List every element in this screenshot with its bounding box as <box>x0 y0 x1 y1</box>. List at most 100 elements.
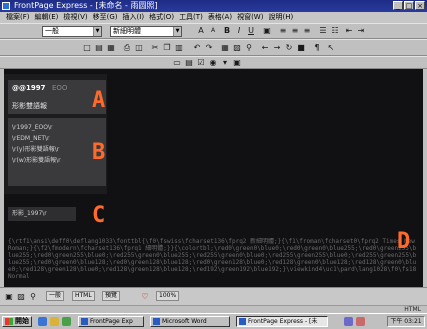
numbered-list-icon[interactable]: ☰ <box>318 26 328 36</box>
task-frontpage-express[interactable]: FrontPage Express - [未 <box>236 316 328 327</box>
image-icon[interactable]: ▨ <box>16 292 26 302</box>
paste-icon[interactable]: ▥ <box>174 43 184 53</box>
taskbar-clock[interactable]: 下午 03:21 <box>387 316 425 327</box>
folder-icon[interactable] <box>50 317 59 326</box>
task-frontpage-explorer[interactable]: FrontPage Exp <box>78 316 144 327</box>
stop-icon[interactable]: ■ <box>296 43 306 53</box>
task-label: Microsoft Word <box>162 318 207 325</box>
help-pointer-icon[interactable]: ↖ <box>326 43 336 53</box>
font-select-value: 新細明體 <box>113 27 141 35</box>
cut-icon[interactable]: ✂ <box>150 43 160 53</box>
open-folder-icon[interactable]: ▤ <box>94 43 104 53</box>
tray-icon[interactable] <box>356 317 365 326</box>
status-bar: HTML <box>0 305 427 313</box>
font-select[interactable]: 新細明體 ▼ <box>110 26 182 37</box>
menu-edit[interactable]: 編輯(E) <box>35 12 59 23</box>
text-box-c[interactable]: 形影_1997\r <box>8 207 76 221</box>
heart-icon[interactable]: ♡ <box>140 292 150 302</box>
align-right-icon[interactable]: ≡ <box>302 26 312 36</box>
app-icon <box>239 318 246 325</box>
start-button[interactable]: 開始 <box>2 316 32 327</box>
header-box-a-title: @@1997 <box>12 84 46 92</box>
bold-icon[interactable]: B <box>222 26 232 36</box>
menu-bar: 檔案(F) 編輯(E) 檢視(V) 移至(G) 插入(I) 格式(O) 工具(T… <box>0 12 427 23</box>
back-icon[interactable]: ← <box>260 43 270 53</box>
chevron-down-icon: ▼ <box>93 27 101 36</box>
html-source-code[interactable]: {\rtf1\ansi\deff0\deflang1033\fonttbl{\f… <box>8 238 418 288</box>
style-select[interactable]: 一般 ▼ <box>42 26 102 37</box>
text-box-b-line: \r1997_EOO\r <box>12 124 53 131</box>
zoom-select[interactable]: 100% <box>156 291 180 301</box>
tray-icon[interactable] <box>344 317 353 326</box>
save-icon[interactable]: ▦ <box>106 43 116 53</box>
format-toolbar: 一般 ▼ 新細明體 ▼ A A B I U ▣ ≡ ≡ ≡ ☰ ☷ ⇤ ⇥ <box>0 23 427 39</box>
window-title: FrontPage Express - [未命名 - 雨圆照] <box>14 1 158 10</box>
font-grow-icon[interactable]: A <box>196 26 206 36</box>
standard-toolbar: □ ▤ ▦ ⎙ ◫ ✂ ❐ ▥ ↶ ↷ ▦ ▨ ⚲ ← → ↻ ■ ¶ ↖ <box>0 39 427 56</box>
push-button-icon[interactable]: ▣ <box>232 58 242 68</box>
font-shrink-icon[interactable]: A <box>208 26 218 36</box>
header-box-a-title2: EOO <box>52 84 68 92</box>
copy-icon[interactable]: ❐ <box>162 43 172 53</box>
menu-help[interactable]: 說明(H) <box>268 12 293 23</box>
tab-preview[interactable]: 預覽 <box>102 291 121 301</box>
callout-label-d: D <box>397 229 411 254</box>
chevron-down-icon: ▼ <box>173 27 181 36</box>
windows-logo-icon <box>5 318 13 325</box>
underline-icon[interactable]: U <box>246 26 256 36</box>
menu-format[interactable]: 格式(O) <box>149 12 174 23</box>
insert-image-icon[interactable]: ▨ <box>232 43 242 53</box>
forward-icon[interactable]: → <box>272 43 282 53</box>
tab-normal[interactable]: 一般 <box>46 291 65 301</box>
radio-button-icon[interactable]: ◉ <box>208 58 218 68</box>
menu-tools[interactable]: 工具(T) <box>179 12 203 23</box>
desktop-icon[interactable] <box>62 317 71 326</box>
new-page-icon[interactable]: □ <box>82 43 92 53</box>
status-mode: HTML <box>404 306 421 313</box>
bottom-toolbar: ▣ ▨ ⚲ 一般 HTML 預覽 ♡ 100% <box>0 287 427 305</box>
textbox-icon[interactable]: ▭ <box>172 58 182 68</box>
task-label: FrontPage Express - [未 <box>248 318 318 325</box>
callout-label-a: A <box>92 88 106 113</box>
checkbox-icon[interactable]: ☑ <box>196 58 206 68</box>
style-select-value: 一般 <box>45 27 59 35</box>
ie-icon[interactable] <box>38 317 47 326</box>
task-microsoft-word[interactable]: Microsoft Word <box>150 316 230 327</box>
tab-html[interactable]: HTML <box>72 291 95 301</box>
decrease-indent-icon[interactable]: ⇤ <box>344 26 354 36</box>
menu-table[interactable]: 表格(A) <box>208 12 232 23</box>
forms-toolbar: ▭ ▤ ☑ ◉ ▾ ▣ <box>0 56 427 69</box>
redo-icon[interactable]: ↷ <box>204 43 214 53</box>
menu-file[interactable]: 檔案(F) <box>6 12 30 23</box>
print-icon[interactable]: ⎙ <box>122 43 132 53</box>
menu-window[interactable]: 視窗(W) <box>237 12 263 23</box>
callout-label-c: C <box>92 203 106 228</box>
callout-label-b: B <box>92 140 106 165</box>
frontpage-app-icon <box>2 2 10 10</box>
minimize-button[interactable]: _ <box>393 1 403 10</box>
close-button[interactable]: × <box>415 1 425 10</box>
align-left-icon[interactable]: ≡ <box>278 26 288 36</box>
maximize-button[interactable]: □ <box>404 1 414 10</box>
text-color-icon[interactable]: ▣ <box>262 26 272 36</box>
hyperlink-icon[interactable]: ⚲ <box>244 43 254 53</box>
increase-indent-icon[interactable]: ⇥ <box>356 26 366 36</box>
windows-taskbar: 開始 FrontPage Exp Microsoft Word FrontPag… <box>0 313 427 329</box>
dropdown-menu-icon[interactable]: ▾ <box>220 58 230 68</box>
preview-icon[interactable]: ◫ <box>134 43 144 53</box>
scroll-textbox-icon[interactable]: ▤ <box>184 58 194 68</box>
align-center-icon[interactable]: ≡ <box>290 26 300 36</box>
show-marks-icon[interactable]: ¶ <box>312 43 322 53</box>
undo-icon[interactable]: ↶ <box>192 43 202 53</box>
window-controls: _ □ × <box>393 1 425 10</box>
menu-go[interactable]: 移至(G) <box>93 12 118 23</box>
window-title-bar[interactable]: FrontPage Express - [未命名 - 雨圆照] _ □ × <box>0 0 427 12</box>
insert-icon[interactable]: ▣ <box>4 292 14 302</box>
bullet-list-icon[interactable]: ☷ <box>330 26 340 36</box>
italic-icon[interactable]: I <box>234 26 244 36</box>
menu-view[interactable]: 檢視(V) <box>63 12 87 23</box>
insert-table-icon[interactable]: ▦ <box>220 43 230 53</box>
refresh-icon[interactable]: ↻ <box>284 43 294 53</box>
link-icon[interactable]: ⚲ <box>28 292 38 302</box>
menu-insert[interactable]: 插入(I) <box>123 12 145 23</box>
